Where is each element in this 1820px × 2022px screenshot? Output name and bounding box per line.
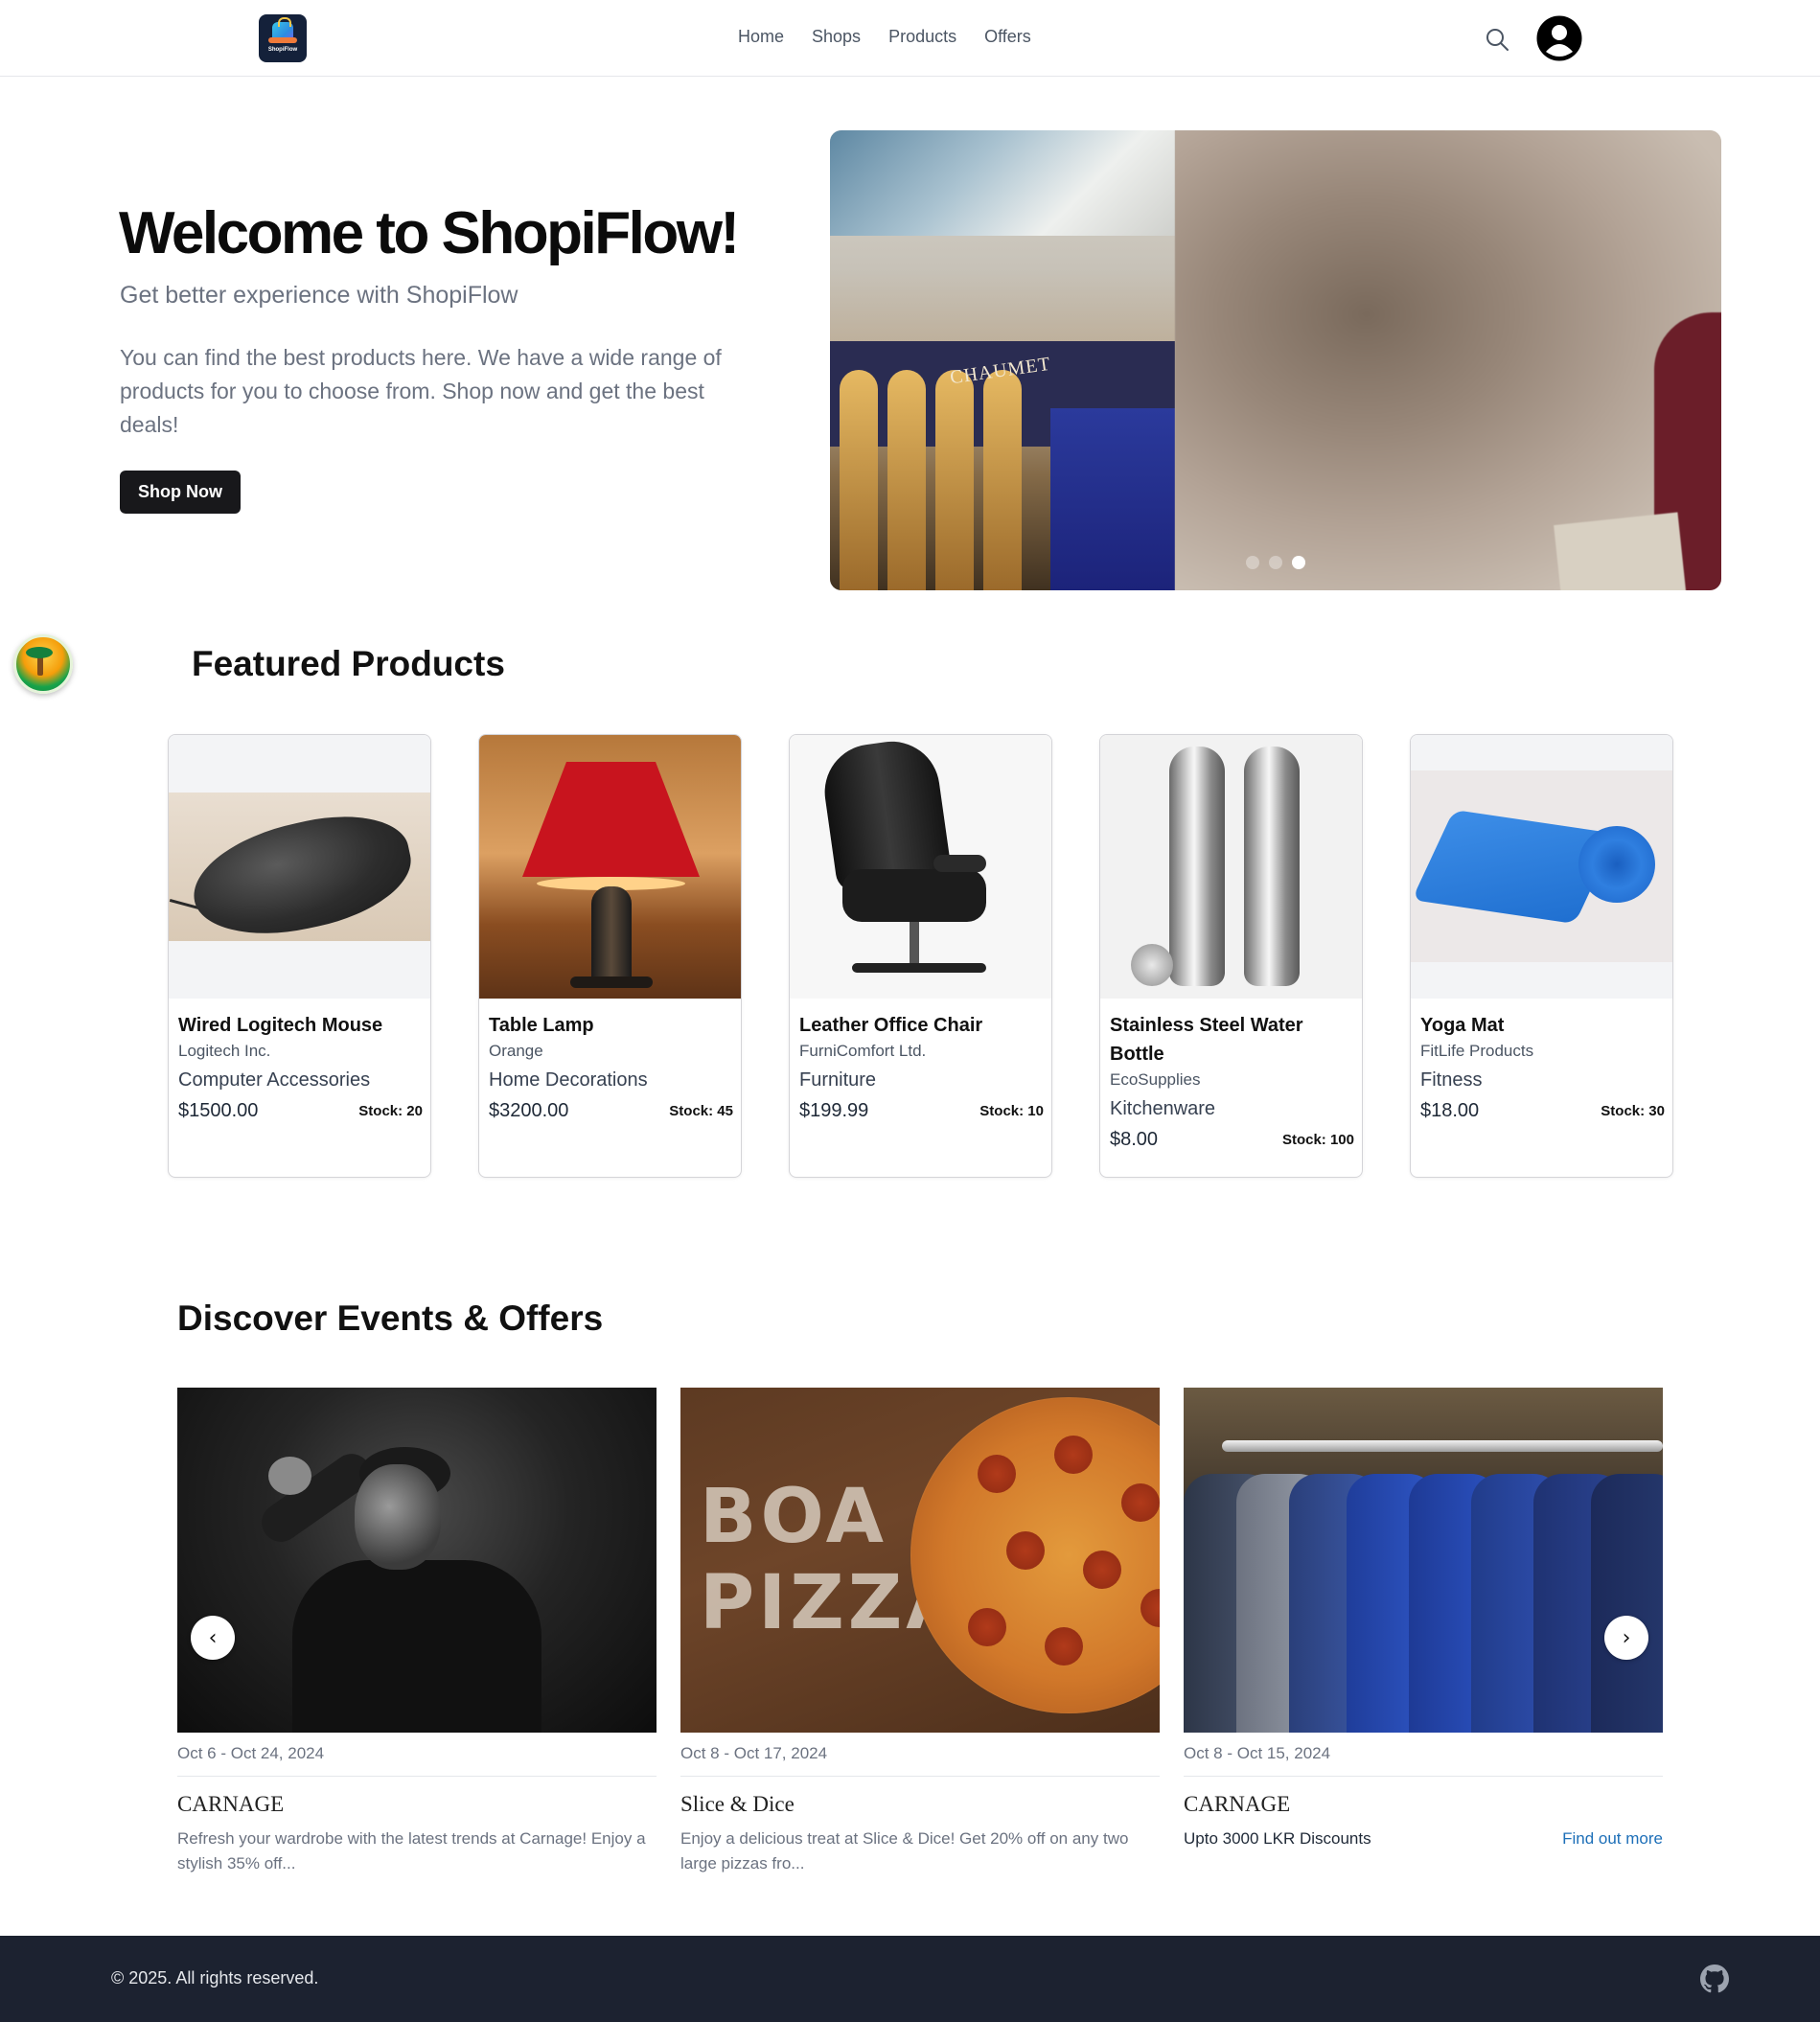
site-footer: © 2025. All rights reserved.	[0, 1936, 1820, 2022]
events-next-button[interactable]: ›	[1604, 1616, 1648, 1660]
product-price: $199.99	[799, 1099, 869, 1121]
event-description: Upto 3000 LKR Discounts	[1184, 1829, 1371, 1848]
product-name: Table Lamp	[489, 1015, 594, 1036]
event-description: Refresh your wardrobe with the latest tr…	[177, 1829, 646, 1873]
shopiflow-logo[interactable]: ShopiFlow	[259, 14, 307, 62]
nav-home[interactable]: Home	[738, 27, 784, 47]
slider-dot-3[interactable]	[1292, 556, 1305, 569]
hero-subtitle: Get better experience with ShopiFlow	[120, 282, 518, 309]
product-stock: Stock: 100	[1281, 1131, 1354, 1148]
event-image-carnage[interactable]	[177, 1388, 657, 1733]
product-image-lamp	[479, 735, 741, 999]
product-price: $3200.00	[489, 1099, 569, 1121]
product-category: Furniture	[799, 1069, 877, 1091]
product-price: $1500.00	[178, 1099, 259, 1121]
shopper-image	[1175, 130, 1721, 590]
site-header: ShopiFlow Home Shops Products Offers	[0, 0, 1820, 77]
storefront-image: CHAUMET	[830, 130, 1175, 590]
product-price: $8.00	[1110, 1128, 1159, 1150]
event-image-suits[interactable]	[1184, 1388, 1663, 1733]
hero-description: You can find the best products here. We …	[120, 345, 722, 437]
events-prev-button[interactable]: ‹	[191, 1616, 235, 1660]
user-avatar-icon[interactable]	[1536, 15, 1582, 61]
product-stock: Stock: 45	[669, 1102, 733, 1119]
copyright-text: © 2025. All rights reserved.	[111, 1968, 319, 1988]
product-name: Leather Office Chair	[799, 1015, 983, 1036]
product-image-mouse	[169, 735, 430, 999]
product-category: Computer Accessories	[178, 1069, 371, 1091]
slider-dot-2[interactable]	[1269, 556, 1282, 569]
event-title[interactable]: CARNAGE	[177, 1792, 284, 1817]
event-title[interactable]: CARNAGE	[1184, 1792, 1290, 1817]
hero-image-slider[interactable]: CHAUMET	[830, 130, 1721, 590]
divider	[177, 1776, 657, 1777]
search-icon[interactable]	[1484, 26, 1510, 53]
nav-shops[interactable]: Shops	[812, 27, 861, 47]
find-out-more-link[interactable]: Find out more	[1562, 1827, 1663, 1851]
product-image-chair	[790, 735, 1051, 999]
event-date: Oct 8 - Oct 15, 2024	[1184, 1744, 1331, 1762]
product-card[interactable]: Stainless Steel Water Bottle EcoSupplies…	[1099, 734, 1363, 1178]
product-stock: Stock: 30	[1601, 1102, 1665, 1119]
events-offers-title: Discover Events & Offers	[177, 1298, 604, 1338]
product-category: Fitness	[1420, 1069, 1483, 1091]
event-date: Oct 6 - Oct 24, 2024	[177, 1744, 325, 1762]
product-category: Home Decorations	[489, 1069, 648, 1091]
product-card[interactable]: Wired Logitech Mouse Logitech Inc. Compu…	[168, 734, 431, 1178]
product-name: Stainless Steel Water Bottle	[1110, 1015, 1303, 1065]
slider-dot-1[interactable]	[1246, 556, 1259, 569]
product-brand: FurniComfort Ltd.	[799, 1042, 927, 1060]
event-title[interactable]: Slice & Dice	[680, 1792, 795, 1817]
divider	[680, 1776, 1160, 1777]
nav-offers[interactable]: Offers	[984, 27, 1031, 47]
logo-text: ShopiFlow	[267, 47, 298, 53]
product-image-yoga-mat	[1411, 735, 1672, 999]
product-category: Kitchenware	[1110, 1098, 1216, 1119]
product-brand: EcoSupplies	[1110, 1070, 1201, 1089]
product-brand: Orange	[489, 1042, 543, 1060]
palm-tree-badge-icon[interactable]	[13, 634, 73, 694]
product-image-bottle	[1100, 735, 1362, 999]
product-brand: FitLife Products	[1420, 1042, 1534, 1060]
slider-dots	[1246, 556, 1305, 569]
product-stock: Stock: 20	[358, 1102, 423, 1119]
nav-products[interactable]: Products	[888, 27, 956, 47]
event-image-pizza[interactable]: BOA PIZZA	[680, 1388, 1160, 1733]
product-card[interactable]: Table Lamp Orange Home Decorations $3200…	[478, 734, 742, 1178]
product-brand: Logitech Inc.	[178, 1042, 271, 1060]
github-icon[interactable]	[1700, 1965, 1729, 1993]
product-name: Wired Logitech Mouse	[178, 1015, 383, 1036]
hero-title: Welcome to ShopiFlow!	[119, 200, 740, 266]
featured-products-title: Featured Products	[192, 644, 505, 683]
divider	[1184, 1776, 1663, 1777]
shop-now-button[interactable]: Shop Now	[120, 471, 241, 514]
product-name: Yoga Mat	[1420, 1015, 1505, 1036]
product-card[interactable]: Leather Office Chair FurniComfort Ltd. F…	[789, 734, 1052, 1178]
product-stock: Stock: 10	[979, 1102, 1044, 1119]
event-date: Oct 8 - Oct 17, 2024	[680, 1744, 828, 1762]
product-card[interactable]: Yoga Mat FitLife Products Fitness $18.00…	[1410, 734, 1673, 1178]
product-price: $18.00	[1420, 1099, 1480, 1121]
event-description: Enjoy a delicious treat at Slice & Dice!…	[680, 1829, 1129, 1873]
main-nav: Home Shops Products Offers	[738, 27, 1031, 47]
